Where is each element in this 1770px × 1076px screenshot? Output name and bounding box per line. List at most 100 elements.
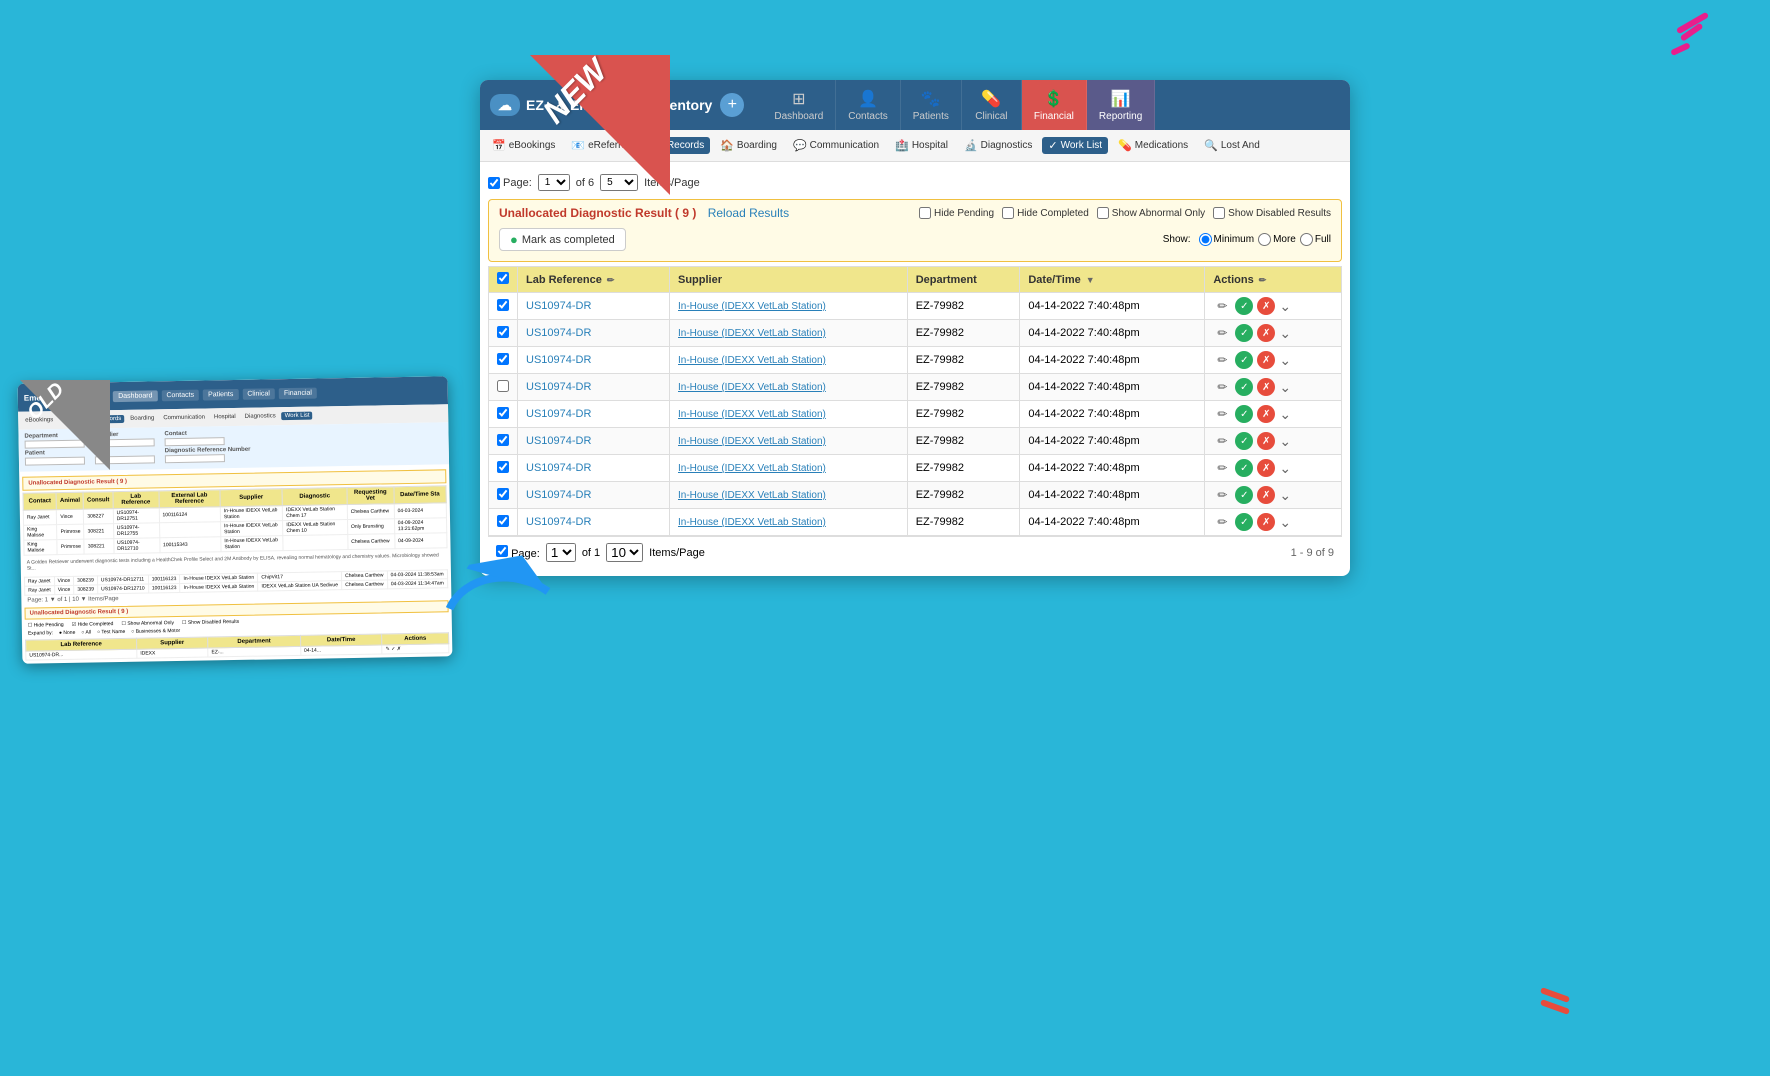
show-full-radio[interactable] xyxy=(1300,233,1313,246)
supplier-link-2[interactable]: In-House (IDEXX VetLab Station) xyxy=(678,328,826,339)
show-full-label[interactable]: Full xyxy=(1300,233,1331,246)
approve-icon-8[interactable]: ✓ xyxy=(1235,486,1253,504)
col-header-department[interactable]: Department xyxy=(907,267,1020,293)
hide-completed-label[interactable]: Hide Completed xyxy=(1002,207,1089,219)
supplier-link-5[interactable]: In-House (IDEXX VetLab Station) xyxy=(678,409,826,420)
lab-ref-link-8[interactable]: US10974-DR xyxy=(526,489,591,501)
show-abnormal-checkbox[interactable] xyxy=(1097,207,1109,219)
hide-pending-checkbox[interactable] xyxy=(919,207,931,219)
approve-icon-4[interactable]: ✓ xyxy=(1235,378,1253,396)
sec-nav-lostand[interactable]: 🔍 Lost And xyxy=(1198,137,1266,154)
expand-icon-6[interactable]: ⌄ xyxy=(1279,433,1291,450)
reject-icon-1[interactable]: ✗ xyxy=(1257,297,1275,315)
row-checkbox-6[interactable] xyxy=(497,434,509,446)
supplier-link-3[interactable]: In-House (IDEXX VetLab Station) xyxy=(678,355,826,366)
expand-icon-9[interactable]: ⌄ xyxy=(1279,514,1291,531)
nav-tab-financial[interactable]: 💲 Financial xyxy=(1022,80,1087,130)
select-all-checkbox[interactable] xyxy=(497,272,509,284)
show-disabled-checkbox[interactable] xyxy=(1213,207,1225,219)
expand-icon-1[interactable]: ⌄ xyxy=(1279,298,1291,315)
bottom-items-per-page[interactable]: 102050 xyxy=(606,543,643,562)
row-checkbox-7[interactable] xyxy=(497,461,509,473)
edit-icon-1[interactable]: ✏ xyxy=(1213,297,1231,315)
supplier-link-1[interactable]: In-House (IDEXX VetLab Station) xyxy=(678,301,826,312)
approve-icon-5[interactable]: ✓ xyxy=(1235,405,1253,423)
approve-icon-7[interactable]: ✓ xyxy=(1235,459,1253,477)
supplier-link-6[interactable]: In-House (IDEXX VetLab Station) xyxy=(678,436,826,447)
reject-icon-3[interactable]: ✗ xyxy=(1257,351,1275,369)
expand-icon-2[interactable]: ⌄ xyxy=(1279,325,1291,342)
show-more-radio[interactable] xyxy=(1258,233,1271,246)
nav-tab-dashboard[interactable]: ⊞ Dashboard xyxy=(762,80,836,130)
col-header-datetime[interactable]: Date/Time ▼ xyxy=(1020,267,1205,293)
nav-tab-patients[interactable]: 🐾 Patients xyxy=(901,80,962,130)
edit-icon-6[interactable]: ✏ xyxy=(1213,432,1231,450)
lab-ref-link-9[interactable]: US10974-DR xyxy=(526,516,591,528)
row-checkbox-1[interactable] xyxy=(497,299,509,311)
lab-ref-link-3[interactable]: US10974-DR xyxy=(526,354,591,366)
add-button[interactable]: + xyxy=(720,93,744,117)
sec-nav-hospital[interactable]: 🏥 Hospital xyxy=(889,137,954,154)
show-minimum-radio[interactable] xyxy=(1199,233,1212,246)
expand-icon-4[interactable]: ⌄ xyxy=(1279,379,1291,396)
col-header-lab-reference[interactable]: Lab Reference ✏ xyxy=(518,267,670,293)
nav-tab-contacts[interactable]: 👤 Contacts xyxy=(836,80,900,130)
edit-icon-9[interactable]: ✏ xyxy=(1213,513,1231,531)
show-disabled-label[interactable]: Show Disabled Results xyxy=(1213,207,1331,219)
reject-icon-8[interactable]: ✗ xyxy=(1257,486,1275,504)
edit-icon-4[interactable]: ✏ xyxy=(1213,378,1231,396)
reject-icon-9[interactable]: ✗ xyxy=(1257,513,1275,531)
reject-icon-6[interactable]: ✗ xyxy=(1257,432,1275,450)
supplier-link-9[interactable]: In-House (IDEXX VetLab Station) xyxy=(678,517,826,528)
reload-results-btn[interactable]: Reload Results xyxy=(708,206,789,220)
sec-nav-worklist[interactable]: ✓ Work List xyxy=(1042,137,1108,154)
edit-icon-8[interactable]: ✏ xyxy=(1213,486,1231,504)
expand-icon-3[interactable]: ⌄ xyxy=(1279,352,1291,369)
row-checkbox-3[interactable] xyxy=(497,353,509,365)
page-checkbox-label[interactable]: Page: xyxy=(488,177,532,189)
row-checkbox-4[interactable] xyxy=(497,380,509,392)
sec-nav-diagnostics[interactable]: 🔬 Diagnostics xyxy=(958,137,1038,154)
edit-icon-2[interactable]: ✏ xyxy=(1213,324,1231,342)
reject-icon-2[interactable]: ✗ xyxy=(1257,324,1275,342)
lab-ref-link-1[interactable]: US10974-DR xyxy=(526,300,591,312)
expand-icon-5[interactable]: ⌄ xyxy=(1279,406,1291,423)
edit-icon-7[interactable]: ✏ xyxy=(1213,459,1231,477)
expand-icon-7[interactable]: ⌄ xyxy=(1279,460,1291,477)
approve-icon-3[interactable]: ✓ xyxy=(1235,351,1253,369)
approve-icon-1[interactable]: ✓ xyxy=(1235,297,1253,315)
show-more-label[interactable]: More xyxy=(1258,233,1296,246)
supplier-link-8[interactable]: In-House (IDEXX VetLab Station) xyxy=(678,490,826,501)
expand-icon-8[interactable]: ⌄ xyxy=(1279,487,1291,504)
row-checkbox-2[interactable] xyxy=(497,326,509,338)
lab-ref-link-6[interactable]: US10974-DR xyxy=(526,435,591,447)
hide-completed-checkbox[interactable] xyxy=(1002,207,1014,219)
approve-icon-6[interactable]: ✓ xyxy=(1235,432,1253,450)
approve-icon-2[interactable]: ✓ xyxy=(1235,324,1253,342)
nav-tab-reporting[interactable]: 📊 Reporting xyxy=(1087,80,1155,130)
edit-icon-5[interactable]: ✏ xyxy=(1213,405,1231,423)
sec-nav-medications[interactable]: 💊 Medications xyxy=(1112,137,1194,154)
sec-nav-boarding[interactable]: 🏠 Boarding xyxy=(714,137,783,154)
row-checkbox-5[interactable] xyxy=(497,407,509,419)
lab-ref-link-2[interactable]: US10974-DR xyxy=(526,327,591,339)
show-minimum-label[interactable]: Minimum xyxy=(1199,233,1255,246)
row-checkbox-8[interactable] xyxy=(497,488,509,500)
page-select-all[interactable] xyxy=(488,177,500,189)
col-header-supplier[interactable]: Supplier xyxy=(670,267,908,293)
lab-ref-link-4[interactable]: US10974-DR xyxy=(526,381,591,393)
reject-icon-4[interactable]: ✗ xyxy=(1257,378,1275,396)
edit-icon-3[interactable]: ✏ xyxy=(1213,351,1231,369)
lab-ref-link-5[interactable]: US10974-DR xyxy=(526,408,591,420)
nav-tab-clinical[interactable]: 💊 Clinical xyxy=(962,80,1022,130)
approve-icon-9[interactable]: ✓ xyxy=(1235,513,1253,531)
bottom-select-checkbox[interactable] xyxy=(496,545,508,557)
show-abnormal-label[interactable]: Show Abnormal Only xyxy=(1097,207,1205,219)
mark-completed-button[interactable]: ● Mark as completed xyxy=(499,228,626,251)
lab-ref-link-7[interactable]: US10974-DR xyxy=(526,462,591,474)
sec-nav-communication[interactable]: 💬 Communication xyxy=(787,137,885,154)
hide-pending-label[interactable]: Hide Pending xyxy=(919,207,994,219)
supplier-link-4[interactable]: In-House (IDEXX VetLab Station) xyxy=(678,382,826,393)
reject-icon-5[interactable]: ✗ xyxy=(1257,405,1275,423)
row-checkbox-9[interactable] xyxy=(497,515,509,527)
